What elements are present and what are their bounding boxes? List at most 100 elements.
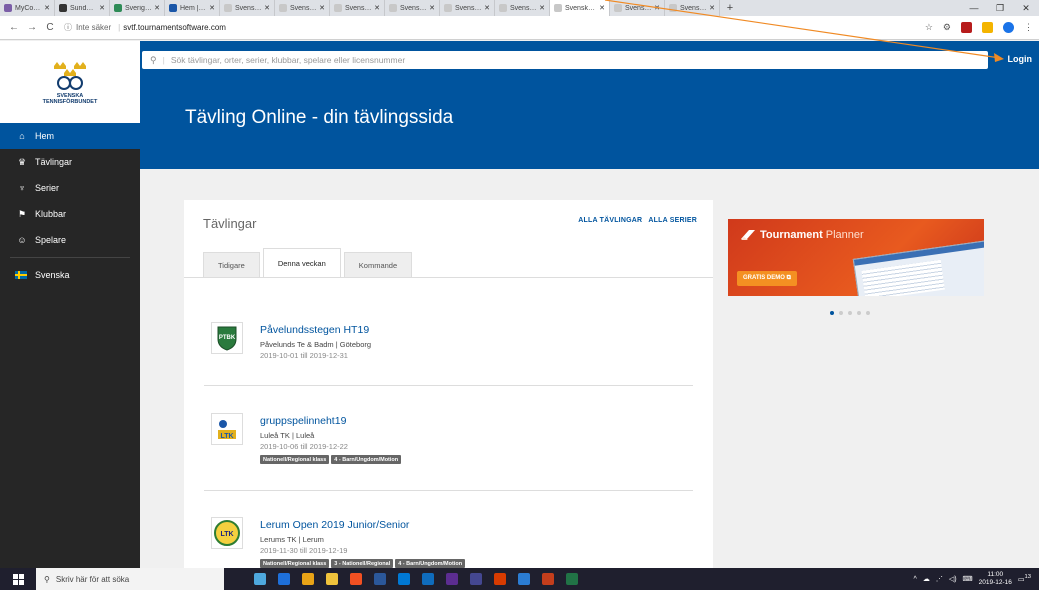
tab-close-icon[interactable]: ✕ (264, 4, 270, 12)
taskbar-app-icon[interactable] (566, 573, 578, 585)
federation-logo[interactable]: SVENSKA TENNISFÖRBUNDET (0, 41, 140, 123)
tab-close-icon[interactable]: ✕ (654, 4, 660, 12)
window-controls: — ❐ ✕ (961, 0, 1039, 16)
extension-icon[interactable]: ⚙ (943, 22, 951, 33)
minimize-icon[interactable]: — (961, 0, 987, 16)
language-selector[interactable]: Svenska (0, 262, 140, 288)
search-input[interactable]: ⚲ | Sök tävlingar, orter, serier, klubba… (142, 51, 988, 69)
club-logo[interactable]: LTK (211, 413, 243, 445)
sidebar-item-trophy[interactable]: ♛ Tävlingar (0, 149, 140, 175)
browser-tab[interactable]: Sverigeledande✕ (110, 0, 165, 16)
browser-tab[interactable]: Svenska Tennis✕ (275, 0, 330, 16)
tab-1[interactable]: Denna veckan (262, 248, 341, 278)
browser-tab[interactable]: Sundbybergs✕ (55, 0, 110, 16)
notifications-icon[interactable]: ▭13 (1018, 574, 1031, 583)
url-field[interactable]: ⓘ Inte säker | svtf.tournamentsoftware.c… (64, 20, 226, 36)
sidebar-item-home[interactable]: ⌂ Hem (0, 123, 140, 149)
browser-tab[interactable]: Svenska Tennis✕ (330, 0, 385, 16)
taskbar-app-icon[interactable] (254, 573, 266, 585)
club-logo[interactable]: PTBK (211, 322, 243, 354)
language-label: Svenska (35, 270, 70, 280)
browser-tab[interactable]: MyCourt - Boka✕ (0, 0, 55, 16)
security-label: Inte säker (76, 23, 112, 32)
tab-close-icon[interactable]: ✕ (44, 4, 50, 12)
carousel-dot[interactable] (857, 311, 861, 315)
info-icon[interactable]: ⓘ (64, 22, 72, 33)
taskbar-app-icon[interactable] (326, 573, 338, 585)
sidebar-item-cup[interactable]: ♆ Serier (0, 175, 140, 201)
taskbar-app-icon[interactable] (350, 573, 362, 585)
tab-close-icon[interactable]: ✕ (539, 4, 545, 12)
browser-tab[interactable]: Svenska Tennis✕ (550, 0, 610, 16)
network-icon[interactable]: ⋰ (936, 575, 943, 583)
reload-icon[interactable]: C (42, 22, 58, 33)
tournament-name-link[interactable]: gruppspelinneht19 (260, 415, 401, 427)
sidebar-item-players[interactable]: ☺ Spelare (0, 227, 140, 253)
browser-tab[interactable]: Svenska Tennis✕ (220, 0, 275, 16)
taskbar-app-icon[interactable] (302, 573, 314, 585)
carousel-dot[interactable] (866, 311, 870, 315)
back-icon[interactable]: ← (6, 22, 22, 33)
taskbar-search-input[interactable]: ⚲ Skriv här för att söka (36, 568, 224, 590)
keyboard-icon[interactable]: ⌨ (963, 575, 973, 583)
onedrive-icon[interactable]: ☁ (923, 575, 930, 583)
tournament-name-link[interactable]: Påvelundsstegen HT19 (260, 324, 371, 336)
free-demo-button[interactable]: GRATIS DEMO ⧉ (737, 271, 797, 286)
taskbar-app-icon[interactable] (494, 573, 506, 585)
taskbar-app-icon[interactable] (278, 573, 290, 585)
taskbar-app-icon[interactable] (398, 573, 410, 585)
tournament-planner-ad[interactable]: Tournament Planner GRATIS DEMO ⧉ (728, 219, 984, 296)
tab-close-icon[interactable]: ✕ (599, 4, 605, 12)
extension-icon[interactable] (982, 22, 993, 33)
browser-tab[interactable]: Svenska Tennis✕ (495, 0, 550, 16)
taskbar-app-icon[interactable] (446, 573, 458, 585)
tab-close-icon[interactable]: ✕ (429, 4, 435, 12)
windows-start-icon[interactable] (0, 568, 36, 590)
forward-icon[interactable]: → (24, 22, 40, 33)
clock-time: 11:00 (987, 571, 1004, 578)
tab-title: Svenska Tennis (455, 4, 482, 12)
main-content: Tävlingar ALLA TÄVLINGAR ALLA SERIER Tid… (140, 169, 1039, 570)
taskbar-app-icon[interactable] (470, 573, 482, 585)
all-series-link[interactable]: ALLA SERIER (648, 217, 697, 224)
tournament-name-link[interactable]: Lerum Open 2019 Junior/Senior (260, 519, 465, 531)
tab-close-icon[interactable]: ✕ (99, 4, 105, 12)
tab-0[interactable]: Tidigare (203, 252, 260, 278)
tab-close-icon[interactable]: ✕ (374, 4, 380, 12)
club-logo[interactable]: LTK (211, 517, 243, 549)
browser-tab[interactable]: Svenska Tennis✕ (610, 0, 665, 16)
login-button[interactable]: Login (1008, 54, 1033, 64)
pdf-extension-icon[interactable] (961, 22, 972, 33)
tab-close-icon[interactable]: ✕ (319, 4, 325, 12)
new-tab-button[interactable]: + (720, 0, 740, 16)
menu-icon[interactable]: ⋮ (1024, 22, 1033, 33)
browser-tab[interactable]: Hem | Svenska✕ (165, 0, 220, 16)
tab-2[interactable]: Kommande (343, 252, 413, 278)
tab-close-icon[interactable]: ✕ (209, 4, 215, 12)
carousel-dot[interactable] (848, 311, 852, 315)
tray-expand-icon[interactable]: ^ (914, 576, 917, 583)
taskbar-app-icon[interactable] (422, 573, 434, 585)
clock[interactable]: 11:00 2019-12-16 (979, 571, 1012, 587)
carousel-dot[interactable] (830, 311, 834, 315)
sidebar-item-flag[interactable]: ⚑ Klubbar (0, 201, 140, 227)
all-tournaments-link[interactable]: ALLA TÄVLINGAR (578, 217, 642, 224)
volume-icon[interactable]: ◁) (949, 575, 957, 583)
browser-tab[interactable]: Svenska Tennis✕ (385, 0, 440, 16)
taskbar-app-icon[interactable] (518, 573, 530, 585)
browser-tab[interactable]: Svenska Tennis✕ (440, 0, 495, 16)
restore-icon[interactable]: ❐ (987, 0, 1013, 16)
close-window-icon[interactable]: ✕ (1013, 0, 1039, 16)
tab-close-icon[interactable]: ✕ (154, 4, 160, 12)
tab-close-icon[interactable]: ✕ (484, 4, 490, 12)
taskbar-app-icon[interactable] (374, 573, 386, 585)
class-badges: Nationell/Regional klass 4 - Barn/Ungdom/… (260, 455, 402, 464)
ad-logo-icon (741, 230, 755, 240)
taskbar-app-icon[interactable] (542, 573, 554, 585)
carousel-dot[interactable] (839, 311, 843, 315)
class-badge: 4 - Barn/Ungdom/Motion (395, 559, 466, 568)
tab-close-icon[interactable]: ✕ (709, 4, 715, 12)
browser-tab[interactable]: Svenska Tennis✕ (665, 0, 720, 16)
bookmark-star-icon[interactable]: ☆ (925, 22, 933, 33)
profile-avatar[interactable] (1003, 22, 1014, 33)
